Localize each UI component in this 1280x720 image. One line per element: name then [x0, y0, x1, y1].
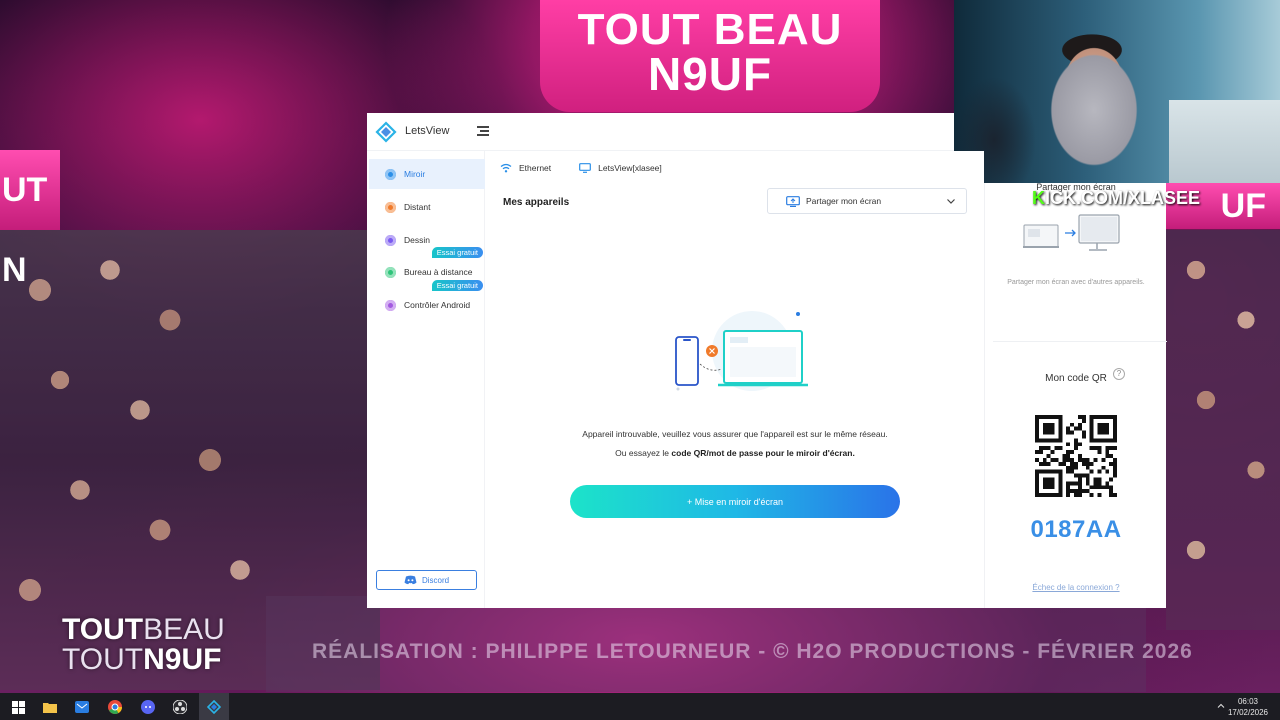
qr-hint-message: Ou essayez le code QR/mot de passe pour … [615, 448, 855, 458]
app-title: LetsView [405, 125, 450, 137]
sidebar-item-label: Contrôler Android [404, 300, 471, 310]
webcam-shelf [1169, 100, 1280, 183]
share-screen-description: Partager mon écran avec d'autres apparei… [1007, 279, 1145, 286]
show-logo: TOUTBEAU TOUTN9UF [62, 613, 225, 676]
sidebar-item-label: Bureau à distance [404, 267, 473, 277]
sidebar-item-miroir[interactable]: Miroir [369, 159, 485, 189]
discord-app-icon [141, 700, 155, 714]
start-button[interactable] [8, 697, 28, 717]
android-control-icon [385, 299, 396, 311]
discord-icon [404, 575, 417, 585]
folder-icon [43, 703, 57, 713]
network-status: Ethernet LetsView[xlasee] [500, 163, 690, 173]
sidebar-item-label: Dessin [404, 235, 430, 245]
sidebar-item-controler-android[interactable]: Contrôler Android Essai gratuit [369, 280, 485, 320]
audience-right [1166, 230, 1280, 630]
windows-icon [11, 700, 25, 714]
remote-desktop-icon [385, 266, 396, 278]
clock-time: 06:03 [1237, 697, 1258, 706]
menu-icon [477, 126, 489, 128]
letsview-taskbar-button[interactable] [204, 697, 224, 717]
obs-button[interactable] [170, 697, 190, 717]
device-name: LetsView[xlasee] [579, 163, 662, 173]
sidebar-item-label: Miroir [404, 169, 426, 179]
qr-hint-link[interactable]: code QR/mot de passe pour le miroir d'éc… [671, 448, 854, 458]
panel-divider [993, 341, 1167, 342]
main-content: Ethernet LetsView[xlasee] Mes appareils … [486, 151, 984, 608]
letsview-app-icon [207, 700, 221, 714]
discord-taskbar-button[interactable] [138, 697, 158, 717]
network-name: Ethernet [519, 163, 552, 173]
device-name-label: LetsView[xlasee] [598, 163, 662, 173]
help-icon[interactable]: ? [1113, 368, 1125, 380]
my-devices-title: Mes appareils [503, 197, 570, 208]
discord-button[interactable]: Discord [376, 570, 477, 590]
sidebar-item-distant[interactable]: Distant [369, 192, 485, 222]
sidebar: Miroir Distant Dessin Bureau à distance … [367, 151, 485, 608]
share-screen-label: Partager mon écran [806, 196, 882, 206]
webcam-overlay [954, 0, 1280, 183]
sidebar-item-label: Distant [404, 202, 431, 212]
mail-app-button[interactable] [72, 697, 92, 717]
stage-sign: TOUT BEAU N9UF [540, 0, 880, 112]
cast-screen-icon [786, 195, 800, 207]
mail-icon [75, 701, 89, 713]
free-trial-badge: Essai gratuit [431, 280, 483, 291]
chrome-icon [108, 700, 122, 714]
system-clock[interactable]: 06:03 17/02/2026 [1228, 696, 1268, 718]
obs-icon [173, 700, 187, 714]
no-device-illustration [675, 311, 808, 391]
kick-channel-overlay: KICK.COM/XLASEE [1032, 188, 1201, 208]
stage-sign-line1: TOUT BEAU [577, 5, 843, 54]
file-explorer-button[interactable] [40, 697, 60, 717]
menu-toggle-button[interactable] [475, 123, 491, 139]
chevron-up-icon[interactable] [1216, 701, 1226, 711]
chevron-down-icon [947, 199, 955, 204]
clock-date: 17/02/2026 [1227, 708, 1268, 717]
letsview-logo-icon [375, 121, 397, 143]
credit-text: RÉALISATION : PHILIPPE LETOURNEUR - © H2… [312, 640, 1193, 663]
qr-code [1035, 415, 1117, 497]
discord-label: Discord [421, 575, 450, 585]
mirror-icon [385, 168, 396, 180]
wifi-icon [500, 163, 512, 173]
device-not-found-message: Appareil introuvable, veuillez vous assu… [582, 429, 888, 439]
free-trial-badge: Essai gratuit [431, 247, 483, 258]
monitor-icon [579, 163, 592, 173]
qr-code-title: Mon code QR [1045, 373, 1107, 384]
network-ethernet: Ethernet [500, 163, 551, 173]
share-screen-dropdown[interactable]: Partager mon écran [767, 188, 967, 214]
connection-code: 0187AA [1030, 516, 1122, 543]
drawing-icon [385, 234, 396, 246]
remote-icon [385, 201, 396, 213]
share-screen-illustration [1023, 214, 1120, 251]
right-panel: Partager mon écran Partager mon écran av… [984, 182, 1167, 608]
stage-sign-line2: N9UF [647, 48, 773, 100]
chrome-button[interactable] [105, 697, 125, 717]
side-sign-left: UT N [0, 150, 60, 289]
connection-failed-link[interactable]: Échec de la connexion ? [985, 583, 1167, 592]
screen-mirror-button[interactable]: + Mise en miroir d'écran [570, 485, 900, 518]
taskbar: 06:03 17/02/2026 [0, 693, 1280, 720]
title-bar: LetsView [367, 113, 954, 151]
